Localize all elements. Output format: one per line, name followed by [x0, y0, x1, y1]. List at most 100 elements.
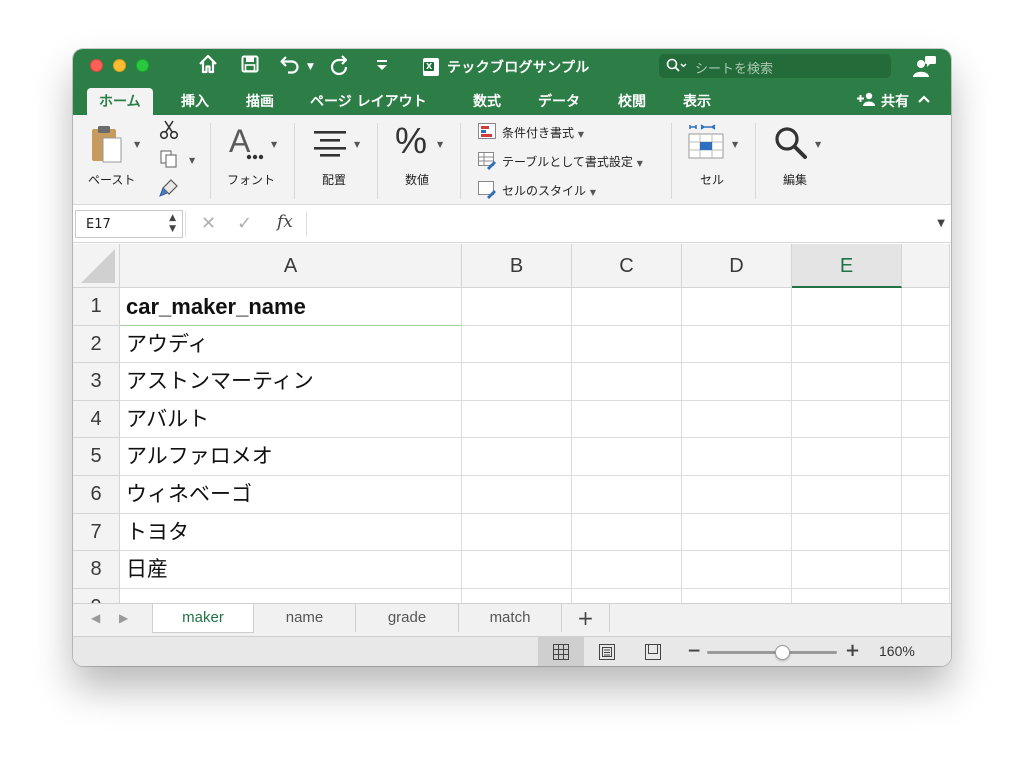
table-cell[interactable] — [682, 363, 792, 401]
paste-dropdown-icon[interactable]: ▼ — [134, 140, 140, 149]
column-header-b[interactable]: B — [462, 244, 572, 288]
column-header-a[interactable]: A — [120, 244, 462, 288]
table-cell[interactable] — [572, 551, 682, 589]
font-icon[interactable]: A — [229, 123, 267, 166]
table-cell[interactable] — [572, 325, 682, 364]
table-cell[interactable] — [572, 363, 682, 401]
name-box[interactable]: E17 ▲ ▼ — [75, 210, 183, 238]
table-cell[interactable] — [792, 588, 902, 603]
sheet-tab-maker[interactable]: maker — [152, 604, 254, 633]
table-cell[interactable] — [902, 551, 950, 589]
cell-a9[interactable] — [120, 588, 462, 603]
enter-check-icon[interactable]: ✓ — [237, 213, 252, 234]
table-cell[interactable] — [462, 400, 572, 439]
table-cell[interactable] — [462, 513, 572, 552]
undo-dropdown-icon[interactable]: ▼ — [307, 62, 314, 72]
table-cell[interactable] — [572, 476, 682, 514]
edit-dropdown-icon[interactable]: ▼ — [815, 140, 821, 149]
cancel-icon[interactable]: ✕ — [201, 213, 216, 234]
sheet-tab-match[interactable]: match — [459, 604, 562, 632]
cell-a1[interactable]: car_maker_name — [120, 288, 462, 326]
table-cell[interactable] — [572, 588, 682, 603]
table-cell[interactable] — [572, 513, 682, 552]
tab-page-layout[interactable]: ページ レイアウト — [310, 91, 427, 111]
table-cell[interactable] — [792, 288, 902, 326]
cell-a4[interactable]: アバルト — [120, 400, 462, 439]
table-cell[interactable] — [462, 551, 572, 589]
tab-data[interactable]: データ — [538, 91, 580, 111]
percent-icon[interactable]: % — [395, 120, 431, 165]
cell-a2[interactable]: アウディ — [120, 325, 462, 364]
spreadsheet-grid[interactable]: A B C D E 1 car_maker_name 2 アウディ 3 アストンマーティン 4 アバルト… — [73, 244, 951, 603]
column-header-c[interactable]: C — [572, 244, 682, 288]
row-header[interactable]: 3 — [73, 363, 120, 401]
row-header[interactable]: 9 — [73, 588, 120, 603]
table-cell[interactable] — [462, 588, 572, 603]
table-cell[interactable] — [682, 400, 792, 439]
cell-a7[interactable]: トヨタ — [120, 513, 462, 552]
expand-formula-bar-icon[interactable]: ▼ — [937, 218, 945, 229]
row-header[interactable]: 2 — [73, 325, 120, 364]
table-cell[interactable] — [572, 400, 682, 439]
row-header[interactable]: 1 — [73, 288, 120, 326]
sheet-tab-name[interactable]: name — [254, 604, 356, 632]
minimize-window-button[interactable] — [113, 59, 126, 72]
cut-icon[interactable] — [159, 120, 179, 144]
cell-a8[interactable]: 日産 — [120, 551, 462, 589]
paste-icon[interactable] — [89, 124, 123, 168]
table-cell[interactable] — [572, 288, 682, 326]
add-sheet-button[interactable]: + — [562, 604, 610, 632]
redo-icon[interactable] — [329, 54, 351, 76]
table-cell[interactable] — [902, 400, 950, 439]
table-cell[interactable] — [462, 363, 572, 401]
row-header[interactable]: 8 — [73, 551, 120, 589]
home-icon[interactable] — [198, 54, 218, 74]
table-cell[interactable] — [462, 288, 572, 326]
tab-home[interactable]: ホーム — [87, 88, 153, 115]
row-header[interactable]: 7 — [73, 513, 120, 552]
number-dropdown-icon[interactable]: ▼ — [437, 140, 443, 149]
customize-toolbar-icon[interactable] — [375, 56, 389, 72]
table-cell[interactable] — [462, 476, 572, 514]
cell-a3[interactable]: アストンマーティン — [120, 363, 462, 401]
copy-icon[interactable] — [160, 150, 178, 172]
row-header[interactable]: 5 — [73, 438, 120, 476]
cells-dropdown-icon[interactable]: ▼ — [732, 140, 738, 149]
table-cell[interactable] — [682, 325, 792, 364]
align-dropdown-icon[interactable]: ▼ — [354, 140, 360, 149]
table-cell[interactable] — [792, 400, 902, 439]
cell-a5[interactable]: アルファロメオ — [120, 438, 462, 476]
tab-review[interactable]: 校閲 — [618, 91, 646, 111]
cells-icon[interactable] — [687, 124, 725, 164]
tab-draw[interactable]: 描画 — [246, 91, 274, 111]
select-all-corner[interactable] — [73, 244, 120, 288]
zoom-out-button[interactable]: − — [687, 641, 701, 661]
collapse-ribbon-icon[interactable] — [917, 90, 931, 108]
copy-dropdown-icon[interactable]: ▼ — [189, 156, 195, 165]
table-cell[interactable] — [792, 476, 902, 514]
table-cell[interactable] — [462, 438, 572, 476]
page-layout-view-button[interactable] — [584, 637, 630, 666]
normal-view-button[interactable] — [538, 637, 584, 666]
table-cell[interactable] — [902, 513, 950, 552]
table-cell[interactable] — [682, 476, 792, 514]
column-header-d[interactable]: D — [682, 244, 792, 288]
zoom-slider-thumb[interactable] — [774, 645, 790, 660]
find-icon[interactable] — [773, 125, 809, 165]
insert-function-button[interactable]: fx — [277, 212, 293, 232]
row-header[interactable]: 4 — [73, 400, 120, 439]
table-cell[interactable] — [902, 588, 950, 603]
zoom-percentage[interactable]: 160% — [879, 643, 915, 659]
account-icon[interactable] — [913, 55, 937, 83]
column-header-e[interactable]: E — [792, 244, 902, 288]
column-header-partial[interactable] — [902, 244, 950, 288]
table-cell[interactable] — [902, 438, 950, 476]
table-cell[interactable] — [902, 476, 950, 514]
share-button[interactable]: 共有 — [857, 91, 909, 111]
name-box-stepper-icon[interactable]: ▲ ▼ — [169, 213, 176, 235]
table-cell[interactable] — [682, 513, 792, 552]
previous-sheet-icon[interactable]: ◀ — [91, 611, 100, 625]
font-dropdown-icon[interactable]: ▼ — [271, 140, 277, 149]
row-header[interactable]: 6 — [73, 476, 120, 514]
table-cell[interactable] — [682, 588, 792, 603]
